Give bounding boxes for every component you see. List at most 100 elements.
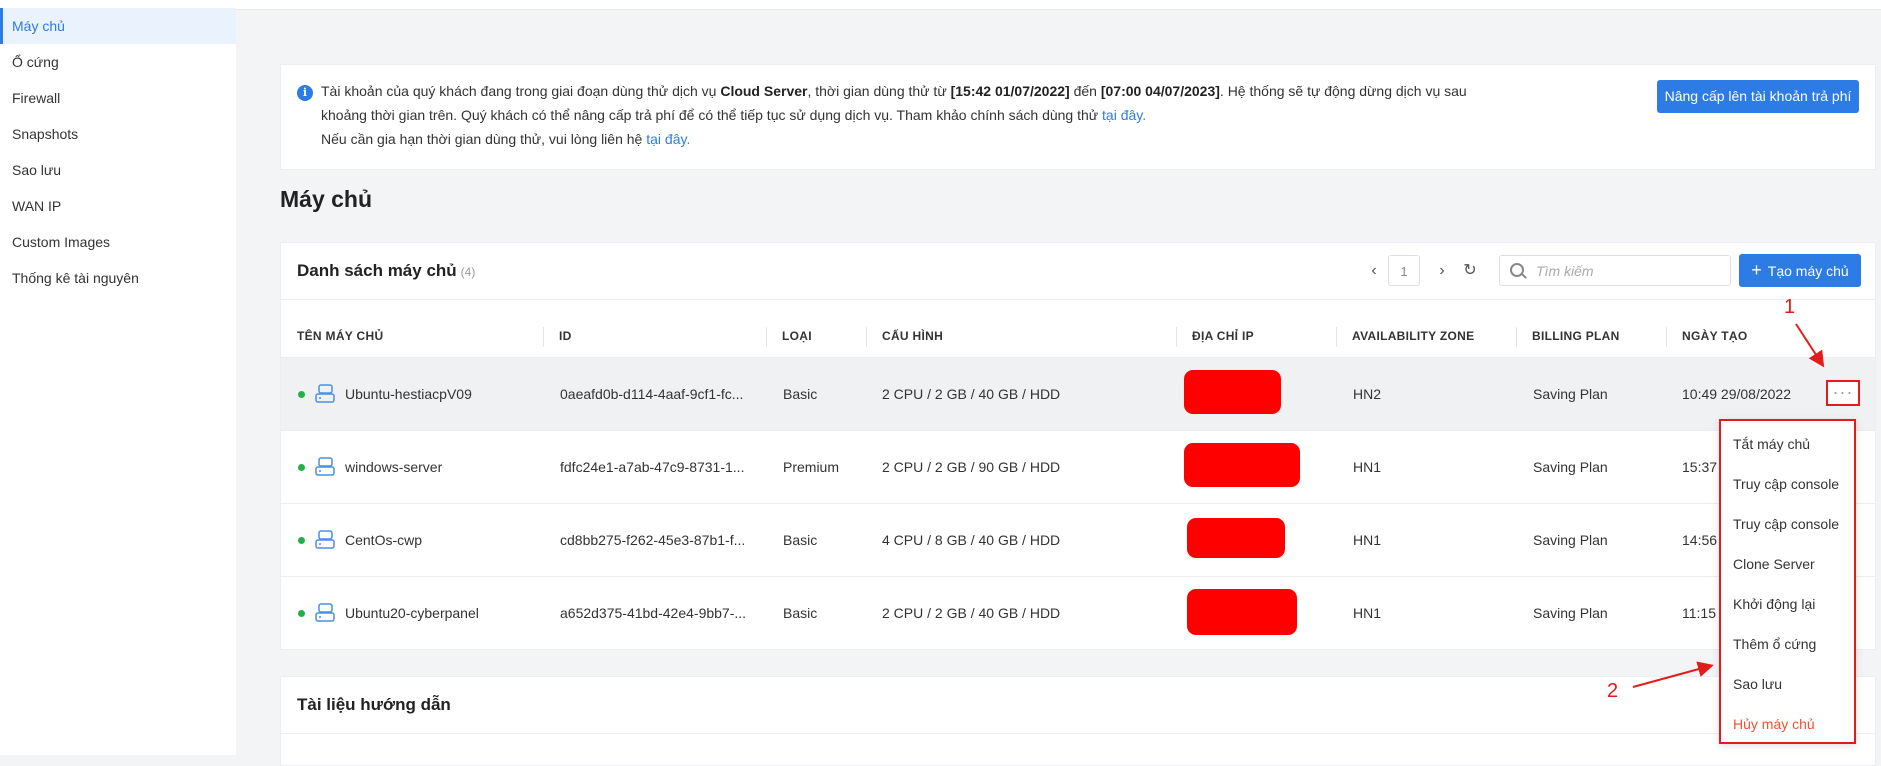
- server-list-title: Danh sách máy chủ: [297, 261, 457, 280]
- server-name-link[interactable]: windows-server: [345, 459, 442, 475]
- chevron-right-icon[interactable]: ›: [1431, 259, 1453, 283]
- status-dot: [298, 391, 305, 398]
- notice-line1-post: . Hệ thống sẽ tự động dừng dịch vụ sau: [1219, 83, 1467, 99]
- created-date: 15:37: [1682, 459, 1718, 475]
- menu-item-backup[interactable]: Sao lưu: [1733, 676, 1782, 692]
- server-name-link[interactable]: Ubuntu-hestiacpV09: [345, 386, 472, 402]
- trial-policy-link[interactable]: tại đây.: [1102, 107, 1146, 123]
- ip-redaction: [1184, 443, 1300, 487]
- column-divider: [1666, 327, 1667, 347]
- server-id: cd8bb275-f262-45e3-87b1-f...: [560, 532, 746, 548]
- server-config: 2 CPU / 2 GB / 90 GB / HDD: [882, 459, 1061, 475]
- notice-trial-start: [15:42 01/07/2022]: [950, 83, 1070, 99]
- table-row[interactable]: CentOs-cwp cd8bb275-f262-45e3-87b1-f... …: [281, 503, 1875, 576]
- created-date: 11:15: [1682, 605, 1716, 621]
- sidebar-item-disks[interactable]: Ổ cứng: [0, 44, 236, 80]
- server-zone: HN1: [1353, 532, 1382, 548]
- docs-card: Tài liệu hướng dẫn: [280, 676, 1876, 766]
- page-number[interactable]: 1: [1388, 255, 1420, 286]
- create-server-button[interactable]: + Tạo máy chủ: [1739, 254, 1861, 287]
- sidebar-item-custom-images[interactable]: Custom Images: [0, 224, 236, 260]
- status-dot: [298, 464, 305, 471]
- server-actions-menu: Tắt máy chủ Truy cập console Truy cập co…: [1719, 419, 1856, 744]
- server-type: Basic: [783, 386, 818, 402]
- sidebar-item-resource-stats[interactable]: Thống kê tài nguyên: [0, 260, 236, 296]
- top-bar: [236, 0, 1881, 10]
- more-actions-icon[interactable]: ···: [1826, 380, 1860, 406]
- server-icon: [315, 384, 335, 403]
- sidebar-item-servers[interactable]: Máy chủ: [0, 8, 236, 44]
- column-divider: [543, 327, 544, 347]
- refresh-icon[interactable]: ↻: [1459, 259, 1481, 283]
- annotation-marker-1: 1: [1784, 296, 1796, 318]
- ip-redaction: [1187, 518, 1285, 558]
- sidebar-item-backup[interactable]: Sao lưu: [0, 152, 236, 188]
- contact-link[interactable]: tại đây.: [646, 131, 690, 147]
- search-input[interactable]: [1534, 260, 1728, 282]
- server-id: 0aeafd0b-d114-4aaf-9cf1-fc...: [560, 386, 744, 402]
- server-icon: [315, 603, 335, 622]
- server-config: 2 CPU / 2 GB / 40 GB / HDD: [882, 386, 1061, 402]
- billing-plan: Saving Plan: [1533, 459, 1608, 475]
- notice-line3: Nếu cần gia hạn thời gian dùng thử, vui …: [321, 131, 647, 147]
- server-config: 2 CPU / 2 GB / 40 GB / HDD: [882, 605, 1061, 621]
- search-box: [1499, 255, 1731, 286]
- col-header-created[interactable]: NGÀY TẠO: [1682, 329, 1748, 343]
- column-divider: [866, 327, 867, 347]
- status-dot: [298, 610, 305, 617]
- search-icon: [1510, 263, 1524, 277]
- menu-item-console-2[interactable]: Truy cập console: [1733, 516, 1839, 532]
- notice-line1-to: đến: [1069, 83, 1101, 99]
- upgrade-account-button[interactable]: Nâng cấp lên tài khoản trả phí: [1657, 80, 1859, 113]
- server-config: 4 CPU / 8 GB / 40 GB / HDD: [882, 532, 1061, 548]
- annotation-marker-2: 2: [1607, 680, 1619, 702]
- server-name-link[interactable]: CentOs-cwp: [345, 532, 422, 548]
- server-list-card: Danh sách máy chủ(4) ‹ 1 › ↻ + Tạo máy ch…: [280, 242, 1876, 650]
- table-row[interactable]: windows-server fdfc24e1-a7ab-47c9-8731-1…: [281, 430, 1875, 503]
- notice-line2: khoảng thời gian trên. Quý khách có thể …: [321, 107, 1103, 123]
- server-type: Basic: [783, 605, 818, 621]
- chevron-left-icon[interactable]: ‹: [1363, 259, 1385, 283]
- status-dot: [298, 537, 305, 544]
- server-type: Premium: [783, 459, 840, 475]
- col-header-zone[interactable]: AVAILABILITY ZONE: [1352, 329, 1474, 343]
- server-id: fdfc24e1-a7ab-47c9-8731-1...: [560, 459, 745, 475]
- menu-item-console[interactable]: Truy cập console: [1733, 476, 1839, 492]
- server-name-link[interactable]: Ubuntu20-cyberpanel: [345, 605, 479, 621]
- table-row[interactable]: Ubuntu-hestiacpV09 0aeafd0b-d114-4aaf-9c…: [281, 357, 1875, 430]
- menu-item-reboot[interactable]: Khởi động lại: [1733, 596, 1815, 612]
- billing-plan: Saving Plan: [1533, 386, 1608, 402]
- server-zone: HN1: [1353, 459, 1382, 475]
- sidebar-item-wan-ip[interactable]: WAN IP: [0, 188, 236, 224]
- server-icon: [315, 530, 335, 549]
- col-header-config[interactable]: CẤU HÌNH: [882, 329, 943, 343]
- menu-item-add-disk[interactable]: Thêm ổ cứng: [1733, 636, 1816, 652]
- menu-item-shutdown[interactable]: Tắt máy chủ: [1733, 436, 1810, 452]
- col-header-id[interactable]: ID: [559, 329, 572, 343]
- col-header-billing[interactable]: BILLING PLAN: [1532, 329, 1620, 343]
- notice-line1-pre: Tài khoản của quý khách đang trong giai …: [321, 83, 721, 99]
- created-date: 10:49 29/08/2022: [1682, 386, 1791, 402]
- info-icon: i: [297, 85, 313, 101]
- created-date: 14:56: [1682, 532, 1718, 548]
- col-header-name[interactable]: TÊN MÁY CHỦ: [297, 329, 383, 343]
- menu-item-clone[interactable]: Clone Server: [1733, 556, 1815, 572]
- server-icon: [315, 457, 335, 476]
- sidebar: Máy chủ Ổ cứng Firewall Snapshots Sao lư…: [0, 0, 1881, 755]
- server-zone: HN2: [1353, 386, 1382, 402]
- column-divider: [1336, 327, 1337, 347]
- notice-service: Cloud Server: [720, 83, 808, 99]
- col-header-ip[interactable]: ĐỊA CHỈ IP: [1192, 329, 1254, 343]
- column-divider: [1176, 327, 1177, 347]
- col-header-type[interactable]: LOẠI: [782, 329, 812, 343]
- table-row[interactable]: Ubuntu20-cyberpanel a652d375-41bd-42e4-9…: [281, 576, 1875, 650]
- ip-redaction: [1187, 589, 1297, 635]
- create-server-label: Tạo máy chủ: [1767, 263, 1849, 279]
- notice-line1-mid: , thời gian dùng thử từ: [807, 83, 951, 99]
- plus-icon: +: [1751, 260, 1762, 280]
- sidebar-item-snapshots[interactable]: Snapshots: [0, 116, 236, 152]
- server-count: (4): [460, 265, 476, 279]
- server-zone: HN1: [1353, 605, 1382, 621]
- menu-item-destroy[interactable]: Hủy máy chủ: [1733, 716, 1815, 732]
- sidebar-item-firewall[interactable]: Firewall: [0, 80, 236, 116]
